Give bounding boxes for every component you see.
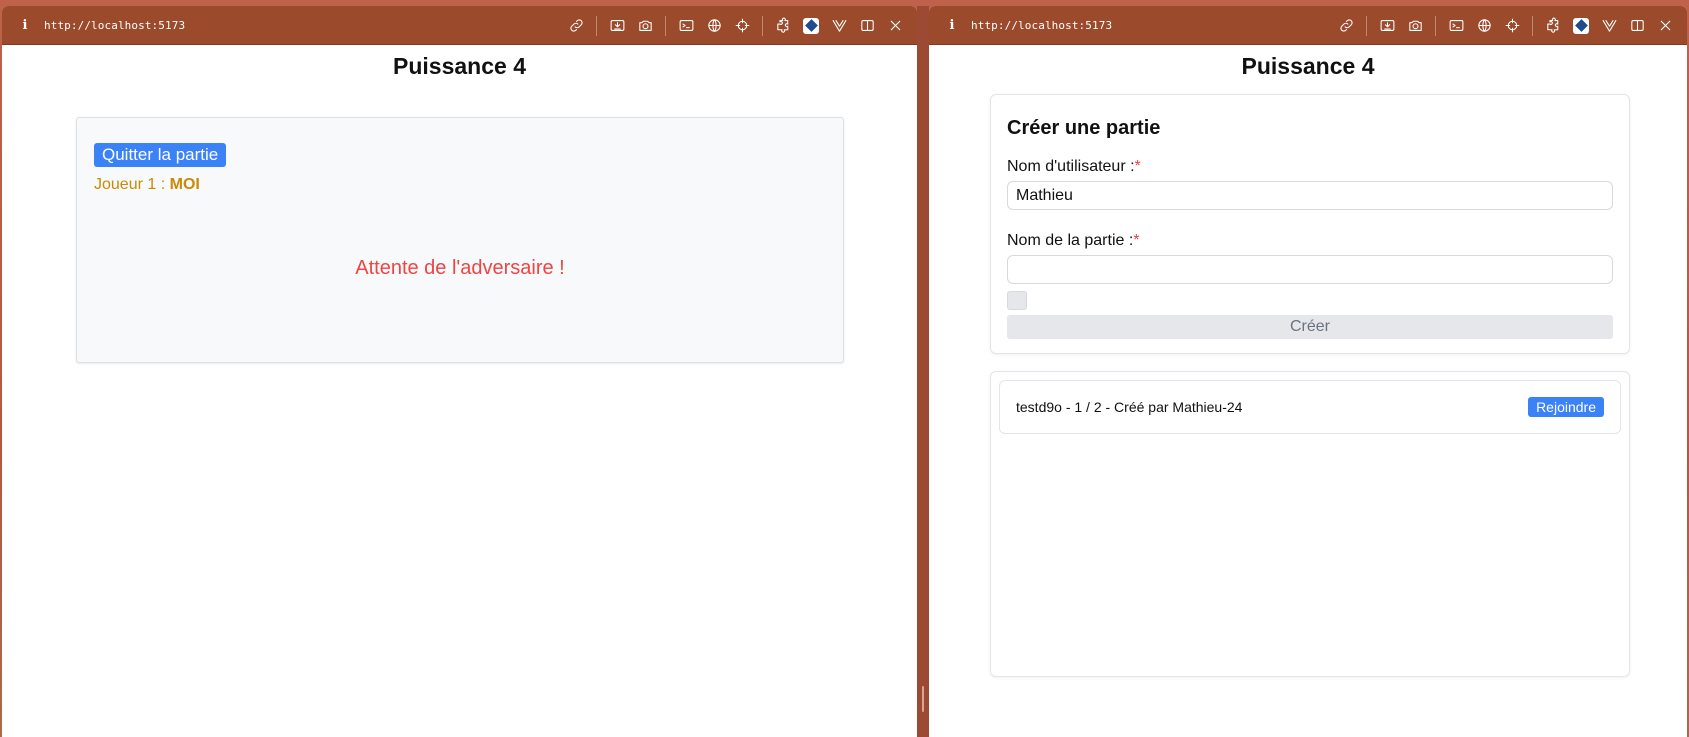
split-view-icon[interactable] bbox=[853, 6, 881, 45]
url-display[interactable]: http://localhost:5173 bbox=[971, 19, 1112, 32]
toolbar-separator bbox=[1366, 15, 1367, 36]
right-browser-window: i http://localhost:5173 Puissance 4 Crée… bbox=[929, 6, 1687, 737]
browser-toolbar: i http://localhost:5173 bbox=[2, 6, 917, 45]
toolbar-separator bbox=[596, 15, 597, 36]
url-display[interactable]: http://localhost:5173 bbox=[44, 19, 185, 32]
globe-icon[interactable] bbox=[700, 6, 728, 45]
crosshair-icon[interactable] bbox=[728, 6, 756, 45]
list-item: testd9o - 1 / 2 - Créé par Mathieu-24 Re… bbox=[999, 380, 1621, 434]
game-name-label-text: Nom de la partie : bbox=[1007, 232, 1134, 249]
toolbar-separator bbox=[665, 15, 666, 36]
app-badge-icon[interactable] bbox=[797, 6, 825, 45]
username-input[interactable] bbox=[1007, 181, 1613, 210]
option-checkbox[interactable] bbox=[1007, 291, 1027, 310]
toolbar-separator bbox=[762, 15, 763, 36]
close-icon[interactable] bbox=[881, 6, 909, 45]
left-browser-window: i http://localhost:5173 Puissance 4 Quit… bbox=[2, 6, 917, 737]
vue-icon[interactable] bbox=[825, 6, 853, 45]
toolbar-tools bbox=[1332, 6, 1679, 45]
extension-icon[interactable] bbox=[769, 6, 797, 45]
game-name-input[interactable] bbox=[1007, 255, 1613, 284]
game-panel: Quitter la partie Joueur 1 : MOI Attente… bbox=[76, 117, 844, 363]
terminal-icon[interactable] bbox=[1442, 6, 1470, 45]
game-description: testd9o - 1 / 2 - Créé par Mathieu-24 bbox=[1016, 399, 1243, 415]
info-icon[interactable]: i bbox=[945, 18, 959, 33]
info-icon[interactable]: i bbox=[18, 18, 32, 33]
app-badge-icon[interactable] bbox=[1567, 6, 1595, 45]
waiting-message: Attente de l'adversaire ! bbox=[355, 257, 565, 279]
game-name-label: Nom de la partie :* bbox=[1007, 232, 1140, 250]
camera-icon[interactable] bbox=[631, 6, 659, 45]
link-icon[interactable] bbox=[562, 6, 590, 45]
create-game-button[interactable]: Créer bbox=[1007, 315, 1613, 339]
games-list: testd9o - 1 / 2 - Créé par Mathieu-24 Re… bbox=[990, 371, 1630, 677]
crosshair-icon[interactable] bbox=[1498, 6, 1526, 45]
terminal-icon[interactable] bbox=[672, 6, 700, 45]
toolbar-tools bbox=[562, 6, 909, 45]
window-divider[interactable] bbox=[917, 6, 929, 737]
page-title: Puissance 4 bbox=[1241, 53, 1375, 79]
divider-grip[interactable] bbox=[922, 686, 924, 712]
download-icon[interactable] bbox=[1373, 6, 1401, 45]
vue-icon[interactable] bbox=[1595, 6, 1623, 45]
quit-game-button[interactable]: Quitter la partie bbox=[94, 143, 227, 167]
username-label: Nom d'utilisateur :* bbox=[1007, 158, 1141, 176]
toolbar-separator bbox=[1532, 15, 1533, 36]
player-label: Joueur 1 : bbox=[94, 176, 166, 193]
create-game-form: Créer une partie Nom d'utilisateur :* No… bbox=[990, 94, 1630, 354]
link-icon[interactable] bbox=[1332, 6, 1360, 45]
join-game-button[interactable]: Rejoindre bbox=[1528, 397, 1604, 417]
globe-icon[interactable] bbox=[1470, 6, 1498, 45]
required-mark: * bbox=[1133, 232, 1140, 249]
username-label-text: Nom d'utilisateur : bbox=[1007, 158, 1135, 175]
download-icon[interactable] bbox=[603, 6, 631, 45]
page-title: Puissance 4 bbox=[393, 53, 526, 79]
camera-icon[interactable] bbox=[1401, 6, 1429, 45]
split-view-icon[interactable] bbox=[1623, 6, 1651, 45]
extension-icon[interactable] bbox=[1539, 6, 1567, 45]
close-icon[interactable] bbox=[1651, 6, 1679, 45]
create-game-heading: Créer une partie bbox=[1007, 117, 1161, 139]
browser-toolbar: i http://localhost:5173 bbox=[929, 6, 1687, 45]
toolbar-separator bbox=[1435, 15, 1436, 36]
required-mark: * bbox=[1134, 158, 1141, 175]
player-info: Joueur 1 : MOI bbox=[94, 176, 200, 194]
player-name: MOI bbox=[169, 176, 200, 193]
